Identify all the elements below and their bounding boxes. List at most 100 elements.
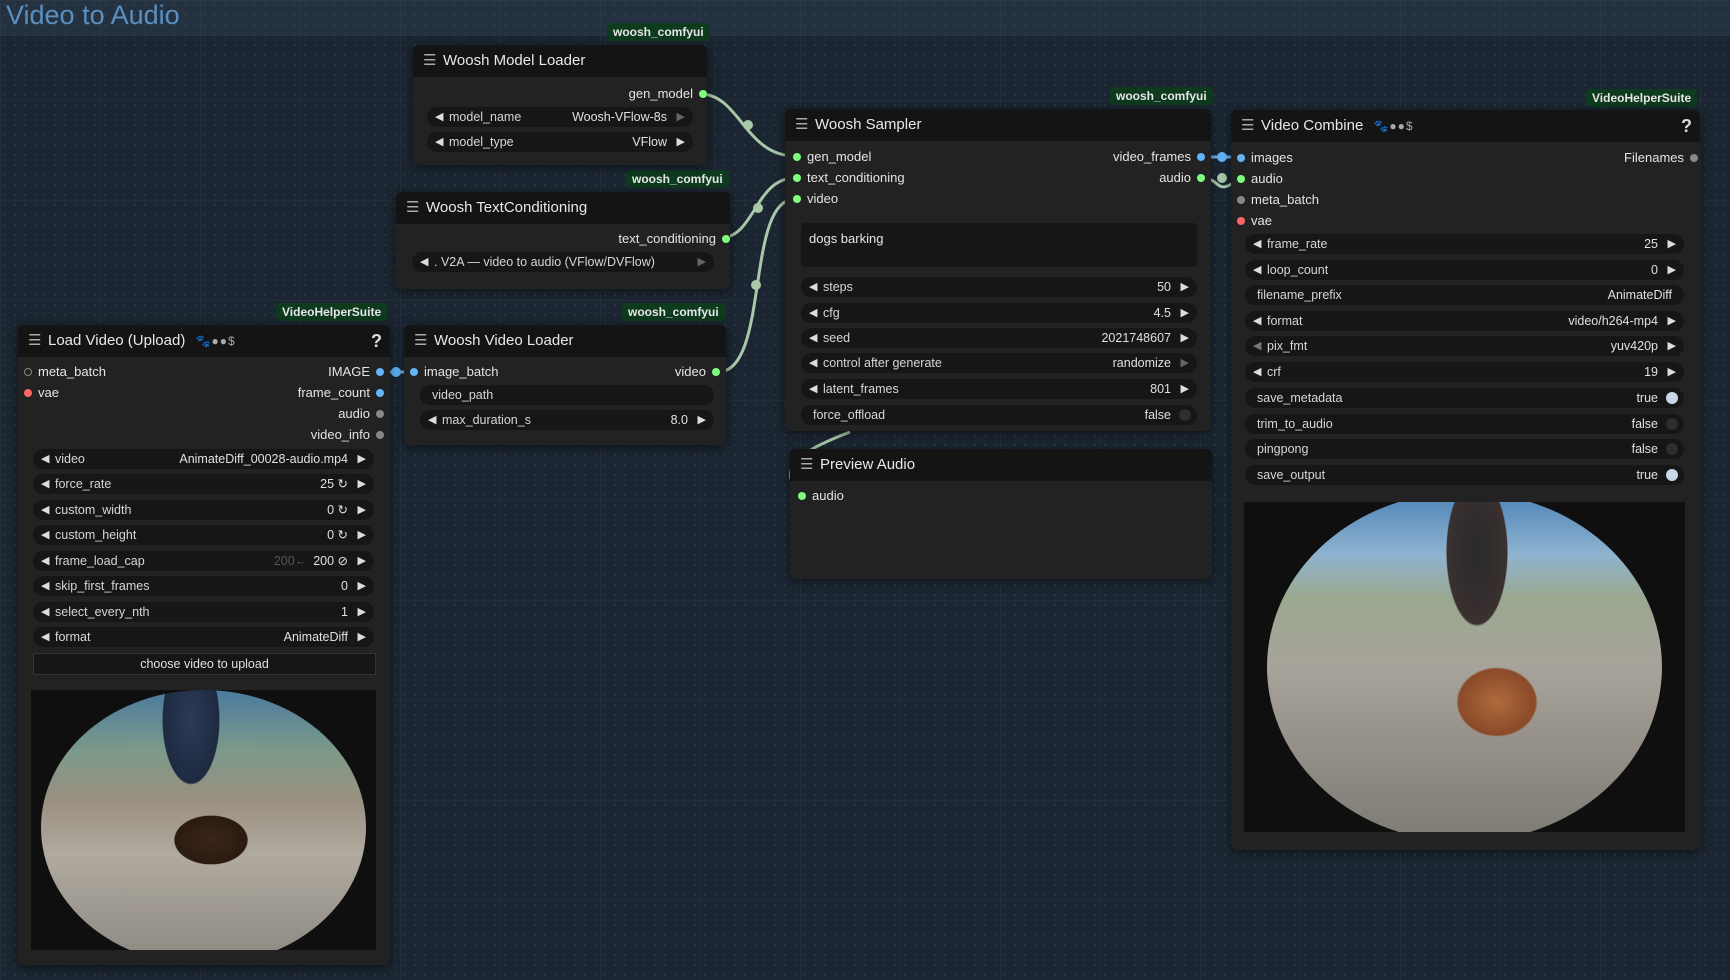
text-video-path[interactable]: video_path: [420, 385, 714, 405]
slot-dot[interactable]: [24, 389, 32, 397]
arrow-left-icon[interactable]: ◀: [41, 500, 49, 520]
input-slot-audio[interactable]: audio: [1237, 170, 1283, 188]
number-latent-frames[interactable]: ◀ latent_frames 801 ▶: [801, 379, 1197, 399]
input-slot-meta-batch[interactable]: meta_batch: [1237, 191, 1319, 209]
arrow-left-icon[interactable]: ◀: [41, 525, 49, 545]
arrow-right-icon[interactable]: ▶: [358, 576, 366, 596]
number-force-rate[interactable]: ◀ force_rate 25 ↻ ▶: [33, 474, 374, 494]
number-custom-height[interactable]: ◀ custom_height 0 ↻ ▶: [33, 525, 374, 545]
node-woosh-model-loader[interactable]: ☰ Woosh Model Loader gen_model ◀ model_n…: [413, 45, 707, 165]
number-select-every-nth[interactable]: ◀ select_every_nth 1 ▶: [33, 602, 374, 622]
arrow-left-icon[interactable]: ◀: [41, 474, 49, 494]
output-slot-video-info[interactable]: video_info: [311, 426, 384, 444]
arrow-left-icon[interactable]: ◀: [41, 602, 49, 622]
arrow-right-icon[interactable]: ▶: [1668, 260, 1676, 280]
arrow-left-icon[interactable]: ◀: [41, 449, 49, 469]
combo-format[interactable]: ◀ format AnimateDiff ▶: [33, 627, 374, 647]
combo-model-name[interactable]: ◀ model_name Woosh-VFlow-8s ▶: [427, 107, 693, 127]
output-slot-audio[interactable]: audio: [338, 405, 384, 423]
input-slot-text-conditioning[interactable]: text_conditioning: [793, 169, 905, 187]
node-title-bar[interactable]: ☰ Load Video (Upload) 🐾●●$ ?: [18, 325, 390, 357]
toggle-knob[interactable]: [1666, 418, 1678, 430]
number-crf[interactable]: ◀ crf 19 ▶: [1245, 362, 1684, 382]
arrow-right-icon[interactable]: ▶: [1668, 311, 1676, 331]
number-frame-rate[interactable]: ◀ frame_rate 25 ▶: [1245, 234, 1684, 254]
slot-dot[interactable]: [793, 153, 801, 161]
arrow-right-icon[interactable]: ▶: [677, 107, 685, 127]
arrow-left-icon[interactable]: ◀: [809, 379, 817, 399]
arrow-right-icon[interactable]: ▶: [1181, 379, 1189, 399]
text-filename-prefix[interactable]: filename_prefix AnimateDiff: [1245, 285, 1684, 305]
video-output-preview[interactable]: [1244, 502, 1685, 832]
toggle-knob[interactable]: [1666, 443, 1678, 455]
slot-dot[interactable]: [1237, 175, 1245, 183]
toggle-trim-to-audio[interactable]: trim_to_audio false: [1245, 414, 1684, 434]
output-slot-audio[interactable]: audio: [1159, 169, 1205, 187]
hamburger-icon[interactable]: ☰: [406, 192, 419, 224]
arrow-right-icon[interactable]: ▶: [1668, 234, 1676, 254]
output-slot-image[interactable]: IMAGE: [328, 363, 384, 381]
slot-dot[interactable]: [793, 195, 801, 203]
combo-task-mode[interactable]: ◀ . V2A — video to audio (VFlow/DVFlow) …: [412, 252, 714, 272]
arrow-left-icon[interactable]: ◀: [420, 252, 428, 272]
slot-dot[interactable]: [1237, 154, 1245, 162]
node-title-bar[interactable]: ☰ Woosh TextConditioning: [396, 192, 730, 224]
arrow-right-icon[interactable]: ▶: [358, 525, 366, 545]
video-preview[interactable]: [31, 690, 376, 950]
arrow-right-icon[interactable]: ▶: [677, 132, 685, 152]
slot-dot[interactable]: [1237, 196, 1245, 204]
node-woosh-video-loader[interactable]: ☰ Woosh Video Loader image_batch video v…: [404, 325, 726, 445]
node-title-bar[interactable]: ☰ Preview Audio: [790, 449, 1212, 481]
arrow-left-icon[interactable]: ◀: [435, 132, 443, 152]
slot-dot[interactable]: [712, 368, 720, 376]
slot-dot[interactable]: [376, 368, 384, 376]
hamburger-icon[interactable]: ☰: [414, 325, 427, 357]
arrow-right-icon[interactable]: ▶: [358, 627, 366, 647]
slot-dot[interactable]: [24, 368, 32, 376]
number-max-duration[interactable]: ◀ max_duration_s 8.0 ▶: [420, 410, 714, 430]
slot-dot[interactable]: [793, 174, 801, 182]
slot-dot[interactable]: [376, 410, 384, 418]
slot-dot[interactable]: [1237, 217, 1245, 225]
slot-dot[interactable]: [798, 492, 806, 500]
number-custom-width[interactable]: ◀ custom_width 0 ↻ ▶: [33, 500, 374, 520]
input-slot-image-batch[interactable]: image_batch: [410, 363, 498, 381]
node-title-bar[interactable]: ☰ Woosh Model Loader: [413, 45, 707, 77]
arrow-left-icon[interactable]: ◀: [1253, 234, 1261, 254]
slot-dot[interactable]: [376, 389, 384, 397]
output-slot-frame-count[interactable]: frame_count: [298, 384, 384, 402]
input-slot-vae[interactable]: vae: [1237, 212, 1272, 230]
arrow-left-icon[interactable]: ◀: [809, 303, 817, 323]
arrow-right-icon[interactable]: ▶: [1668, 336, 1676, 356]
node-video-combine[interactable]: ☰ Video Combine 🐾●●$ ? images audio meta…: [1231, 110, 1700, 850]
combo-model-type[interactable]: ◀ model_type VFlow ▶: [427, 132, 693, 152]
number-steps[interactable]: ◀ steps 50 ▶: [801, 277, 1197, 297]
arrow-right-icon[interactable]: ▶: [358, 602, 366, 622]
arrow-left-icon[interactable]: ◀: [809, 353, 817, 373]
arrow-left-icon[interactable]: ◀: [809, 328, 817, 348]
hamburger-icon[interactable]: ☰: [795, 109, 808, 141]
hamburger-icon[interactable]: ☰: [1241, 110, 1254, 142]
toggle-knob[interactable]: [1666, 469, 1678, 481]
output-slot-text-conditioning[interactable]: text_conditioning: [618, 230, 730, 248]
arrow-right-icon[interactable]: ▶: [1181, 277, 1189, 297]
arrow-right-icon[interactable]: ▶: [358, 551, 366, 571]
slot-dot[interactable]: [1197, 153, 1205, 161]
output-slot-gen-model[interactable]: gen_model: [629, 85, 707, 103]
arrow-right-icon[interactable]: ▶: [1181, 353, 1189, 373]
combo-control-after-generate[interactable]: ◀ control after generate randomize ▶: [801, 353, 1197, 373]
input-slot-images[interactable]: images: [1237, 149, 1293, 167]
arrow-right-icon[interactable]: ▶: [698, 252, 706, 272]
node-title-bar[interactable]: ☰ Woosh Video Loader: [404, 325, 726, 357]
toggle-save-output[interactable]: save_output true: [1245, 465, 1684, 485]
arrow-left-icon[interactable]: ◀: [809, 277, 817, 297]
toggle-force-offload[interactable]: force_offload false: [801, 405, 1197, 425]
node-woosh-text-conditioning[interactable]: ☰ Woosh TextConditioning text_conditioni…: [396, 192, 730, 289]
arrow-left-icon[interactable]: ◀: [1253, 336, 1261, 356]
input-slot-meta-batch[interactable]: meta_batch: [24, 363, 106, 381]
arrow-left-icon[interactable]: ◀: [435, 107, 443, 127]
number-frame-load-cap[interactable]: ◀ frame_load_cap 200← 200 ⊘ ▶: [33, 551, 374, 571]
arrow-left-icon[interactable]: ◀: [428, 410, 436, 430]
hamburger-icon[interactable]: ☰: [28, 325, 41, 357]
combo-format[interactable]: ◀ format video/h264-mp4 ▶: [1245, 311, 1684, 331]
